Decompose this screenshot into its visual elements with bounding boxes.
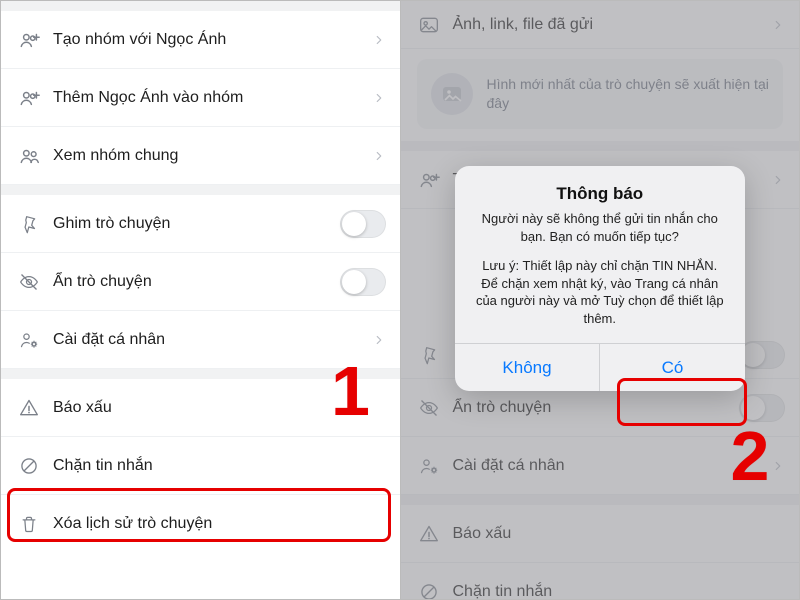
user-cog-icon <box>19 330 49 350</box>
report-row[interactable]: Báo xấu <box>1 379 400 437</box>
row-label: Thêm Ngọc Ánh vào nhóm <box>49 89 372 107</box>
chevron-right-icon <box>372 333 386 347</box>
chevron-right-icon <box>372 149 386 163</box>
group-icon <box>19 145 49 167</box>
pin-chat-row[interactable]: Ghim trò chuyện <box>1 195 400 253</box>
eye-off-icon <box>19 272 49 292</box>
section-gap <box>1 369 400 379</box>
row-label: Ẩn trò chuyện <box>49 273 340 291</box>
alert-body: Người này sẽ không thể gửi tin nhắn cho … <box>473 210 727 245</box>
row-label: Ghim trò chuyện <box>49 215 340 233</box>
group-add-icon <box>19 87 49 109</box>
alert-no-button[interactable]: Không <box>455 344 600 391</box>
block-icon <box>19 456 49 476</box>
block-messages-row[interactable]: Chặn tin nhắn <box>1 437 400 495</box>
step-2-pane: Ảnh, link, file đã gửi Hình mới nhất của… <box>401 1 800 599</box>
row-label: Tạo nhóm với Ngọc Ánh <box>49 31 372 49</box>
row-label: Chặn tin nhắn <box>49 457 386 475</box>
create-group-row[interactable]: Tạo nhóm với Ngọc Ánh <box>1 11 400 69</box>
alert-buttons: Không Có <box>455 343 745 391</box>
warning-icon <box>19 398 49 418</box>
row-label: Xóa lịch sử trò chuyện <box>49 515 386 533</box>
section-gap <box>1 1 400 11</box>
pin-chat-toggle[interactable] <box>340 210 386 238</box>
row-label: Cài đặt cá nhân <box>49 331 372 349</box>
alert-note: Lưu ý: Thiết lập này chỉ chặn TIN NHẮN. … <box>473 257 727 327</box>
pin-icon <box>19 214 49 234</box>
alert-title: Thông báo <box>473 184 727 204</box>
row-label: Báo xấu <box>49 399 386 417</box>
personal-settings-row[interactable]: Cài đặt cá nhân <box>1 311 400 369</box>
tutorial-two-pane: Tạo nhóm với Ngọc Ánh Thêm Ngọc Ánh vào … <box>0 0 800 600</box>
trash-icon <box>19 514 49 534</box>
row-label: Xem nhóm chung <box>49 147 372 165</box>
chevron-right-icon <box>372 91 386 105</box>
confirm-block-alert: Thông báo Người này sẽ không thể gửi tin… <box>455 166 745 391</box>
add-to-group-row[interactable]: Thêm Ngọc Ánh vào nhóm <box>1 69 400 127</box>
chevron-right-icon <box>372 33 386 47</box>
section-gap <box>1 185 400 195</box>
hide-chat-toggle[interactable] <box>340 268 386 296</box>
delete-history-row[interactable]: Xóa lịch sử trò chuyện <box>1 495 400 553</box>
group-add-icon <box>19 29 49 51</box>
alert-yes-button[interactable]: Có <box>599 344 745 391</box>
step-1-pane: Tạo nhóm với Ngọc Ánh Thêm Ngọc Ánh vào … <box>1 1 401 599</box>
hide-chat-row[interactable]: Ẩn trò chuyện <box>1 253 400 311</box>
view-common-groups-row[interactable]: Xem nhóm chung <box>1 127 400 185</box>
